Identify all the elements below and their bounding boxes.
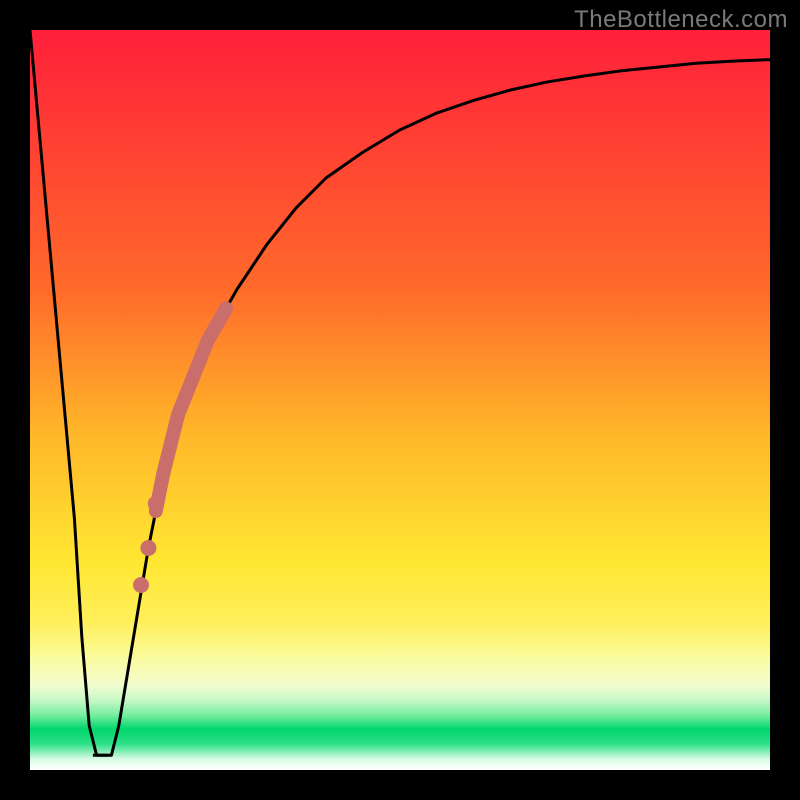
marker-dot — [133, 577, 149, 593]
marker-dot — [140, 540, 156, 556]
chart-stage: TheBottleneck.com — [0, 0, 800, 800]
watermark-text: TheBottleneck.com — [574, 6, 788, 34]
chart-background-gradient — [30, 30, 770, 770]
chart-svg — [0, 0, 800, 800]
marker-dot — [148, 496, 164, 512]
